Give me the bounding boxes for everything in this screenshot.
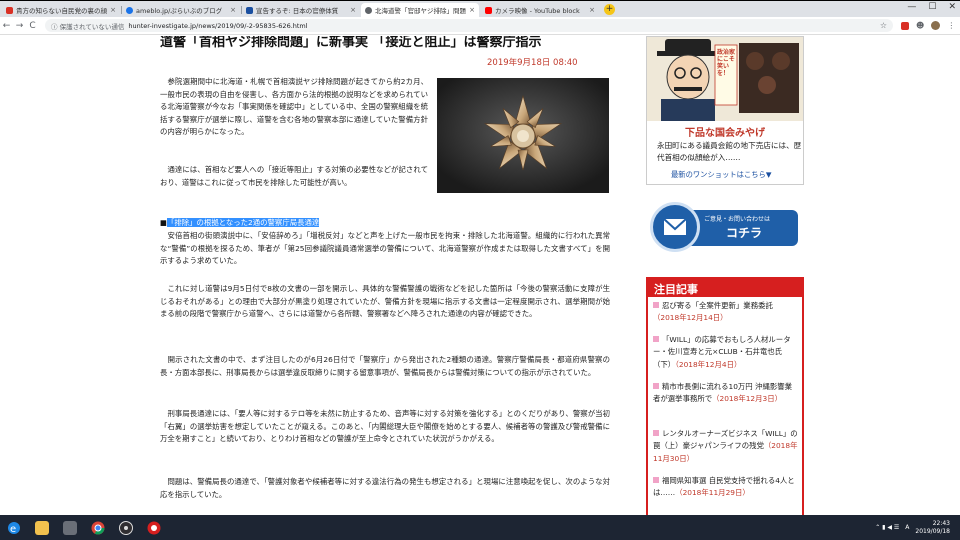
menu-icon[interactable]: ⋮ xyxy=(947,21,955,30)
ad-text: 永田町にある議員会館の地下売店には、歴代首相の似顔絵が入…… xyxy=(657,141,802,162)
address-bar[interactable]: ⓘ 保護されていない通信 hunter-investigate.jp/news/… xyxy=(45,19,893,32)
new-tab-button[interactable]: + xyxy=(604,4,615,15)
chrome-icon xyxy=(91,521,105,534)
start-button[interactable]: e xyxy=(0,515,28,540)
ime-indicator[interactable]: A xyxy=(905,524,909,531)
body-paragraph-4: 刑事局長通達には、「要人等に対するテロ等を未然に防止するため、音声等に対する対策… xyxy=(160,409,610,444)
bullet-icon xyxy=(653,477,659,483)
ad-title[interactable]: 下品な国会みやげ xyxy=(647,124,803,139)
favicon-icon xyxy=(6,6,13,14)
ad-link[interactable]: 最新のワンショットはこちら▼ xyxy=(671,170,771,180)
lead-paragraph: 参院選期間中に北海道・札幌で首相演説ヤジ排除問題が起きてから約2カ月、一般市民の… xyxy=(160,77,428,137)
envelope-icon xyxy=(663,218,687,235)
minimize-button[interactable]: — xyxy=(907,2,916,12)
caricature-image: 政治家にこそ笑いを！ xyxy=(647,37,803,121)
favicon-icon xyxy=(246,6,253,14)
featured-article-4[interactable]: レンタルオーナーズビジネス「WILL」の罠（上）豪ジャパンライフの残党（2018… xyxy=(653,428,799,465)
insecure-connection-label[interactable]: ⓘ 保護されていない通信 xyxy=(51,21,124,31)
back-button[interactable]: ← xyxy=(0,21,13,31)
reload-button[interactable]: C xyxy=(26,21,39,31)
system-tray: ⌃ ▮ ◀ ☰ A 22:43 2019/09/18 xyxy=(875,520,960,536)
close-window-button[interactable]: ✕ xyxy=(948,2,956,12)
featured-article-2[interactable]: 「WILL」の応募でおもしろ人材ルーター・佐川宣寿と元×CLUB・石井竜也氏（下… xyxy=(653,334,799,371)
window-controls: — ☐ ✕ xyxy=(907,2,956,12)
store-button[interactable] xyxy=(56,515,84,540)
body-paragraph-2: これに対し道警は9月5日付で8枚の文書の一部を開示し、具体的な警備警護の戦術など… xyxy=(160,284,610,319)
favicon-icon xyxy=(126,6,133,14)
avatar[interactable] xyxy=(931,21,941,30)
featured-articles: 注目記事 忍び寄る「全案件更新」業務委託（2018年12月14日） 「WILL」… xyxy=(646,277,804,515)
article-title: 道警「首相ヤジ排除問題」に新事実 「接近と阻止」は警察庁指示 xyxy=(160,36,542,50)
browser-toolbar: ← → C ⓘ 保護されていない通信 hunter-investigate.jp… xyxy=(0,17,960,35)
bullet-icon xyxy=(653,430,659,436)
body-paragraph-5: 問題は、警備局長の通達で、「警護対象者や候補者等に対する違法行為の発生も想定され… xyxy=(160,477,610,499)
tab-close-icon[interactable]: × xyxy=(589,6,595,14)
tab-close-icon[interactable]: × xyxy=(230,6,236,14)
bullet-icon xyxy=(653,336,659,342)
article-date: 2019年9月18日 08:40 xyxy=(487,58,578,68)
chrome-button[interactable] xyxy=(84,515,112,540)
body-paragraph-1: 安倍首相の街頭演説中に、「安倍辞めろ」「増税反対」などと声を上げた一般市民を拘束… xyxy=(160,231,610,266)
tab-3[interactable]: 宣告するぞ: 日本の官僚体質 × xyxy=(242,3,360,17)
globe-icon xyxy=(365,6,372,14)
souvenir-ad[interactable]: 政治家にこそ笑いを！ 下品な国会みやげ 永田町にある議員会館の地下売店には、歴代… xyxy=(646,36,804,185)
youtube-icon xyxy=(485,6,492,14)
section-heading: ■「排除」の根拠となった2通の警察庁局長通達 xyxy=(160,217,610,230)
section-heading-marker: ■ xyxy=(160,218,167,227)
tray-icons[interactable]: ⌃ ▮ ◀ ☰ xyxy=(875,524,899,531)
tab-close-icon[interactable]: × xyxy=(469,6,475,14)
police-emblem-photo xyxy=(437,78,609,193)
tab-5[interactable]: カメラ映像 - YouTube block × xyxy=(481,3,599,17)
maximize-button[interactable]: ☐ xyxy=(928,2,936,12)
app-button[interactable] xyxy=(140,515,168,540)
tab-strip: 貴方の知らない自民党の裏の顔 × ameblo.jp/ぷらいぶのブログ × 宣告… xyxy=(0,1,960,17)
tab-4-active[interactable]: 北海道警「官邸ヤジ排除」問題で新事実 × xyxy=(361,3,479,17)
contact-label: コチラ xyxy=(726,226,763,240)
account-icon[interactable]: ☻ xyxy=(916,21,924,30)
contact-button[interactable]: ご意見・お問い合わせは コチラ xyxy=(650,200,798,254)
lead-paragraph-2: 通達には、首相など要人への「接近等阻止」する対策の必要性などが記されており、道警… xyxy=(160,165,428,187)
forward-button[interactable]: → xyxy=(13,21,26,31)
bullet-icon xyxy=(653,383,659,389)
tab-1[interactable]: 貴方の知らない自民党の裏の顔 × xyxy=(2,3,120,17)
sidebar: 政治家にこそ笑いを！ 下品な国会みやげ 永田町にある議員会館の地下売店には、歴代… xyxy=(640,36,810,515)
store-icon xyxy=(63,520,77,535)
featured-articles-heading: 注目記事 xyxy=(648,279,802,297)
file-explorer-button[interactable] xyxy=(28,515,56,540)
bullet-icon xyxy=(653,302,659,308)
article: 道警「首相ヤジ排除問題」に新事実 「接近と阻止」は警察庁指示 2019年9月18… xyxy=(142,36,622,515)
featured-article-1[interactable]: 忍び寄る「全案件更新」業務委託（2018年12月14日） xyxy=(653,300,799,325)
bookmark-star-icon[interactable]: ☆ xyxy=(880,21,887,30)
extension-icons: ☻ ⋮ xyxy=(901,21,955,30)
police-emblem-icon xyxy=(437,78,609,193)
edge-icon: e xyxy=(8,521,20,535)
tab-2[interactable]: ameblo.jp/ぷらいぶのブログ × xyxy=(122,3,240,17)
contact-subtext: ご意見・お問い合わせは xyxy=(704,216,771,223)
body-paragraph-3: 開示された文書の中で、まず注目したのが6月26日付で「警察庁」から発出された2種… xyxy=(160,355,610,377)
selected-heading-text[interactable]: 「排除」の根拠となった2通の警察庁局長通達 xyxy=(166,218,320,227)
extension-icon[interactable] xyxy=(901,21,909,30)
featured-article-3[interactable]: 精市市長側に流れる10万円 沖縄影響業者が選挙事務所で（2018年12月3日） xyxy=(653,381,799,406)
app-red-icon xyxy=(147,521,161,534)
ad-caption: 政治家にこそ笑いを！ xyxy=(717,49,736,77)
clock[interactable]: 22:43 2019/09/18 xyxy=(915,520,950,536)
obs-icon xyxy=(119,520,133,535)
web-page: 道警「首相ヤジ排除問題」に新事実 「接近と阻止」は警察庁指示 2019年9月18… xyxy=(0,36,960,515)
featured-article-5[interactable]: 福岡県知事選 自民党支持で揺れる4人とは……（2018年11月29日） xyxy=(653,475,799,500)
folder-icon xyxy=(35,520,49,535)
svg-text:e: e xyxy=(10,524,16,535)
tab-close-icon[interactable]: × xyxy=(350,6,356,14)
taskbar: e ⌃ ▮ ◀ ☰ A 22:43 2019/09/18 xyxy=(0,515,960,540)
tab-close-icon[interactable]: × xyxy=(110,6,116,14)
browser-window: 貴方の知らない自民党の裏の顔 × ameblo.jp/ぷらいぶのブログ × 宣告… xyxy=(0,1,960,515)
obs-button[interactable] xyxy=(112,515,140,540)
url-text[interactable]: hunter-investigate.jp/news/2019/09/-2-95… xyxy=(128,22,307,30)
